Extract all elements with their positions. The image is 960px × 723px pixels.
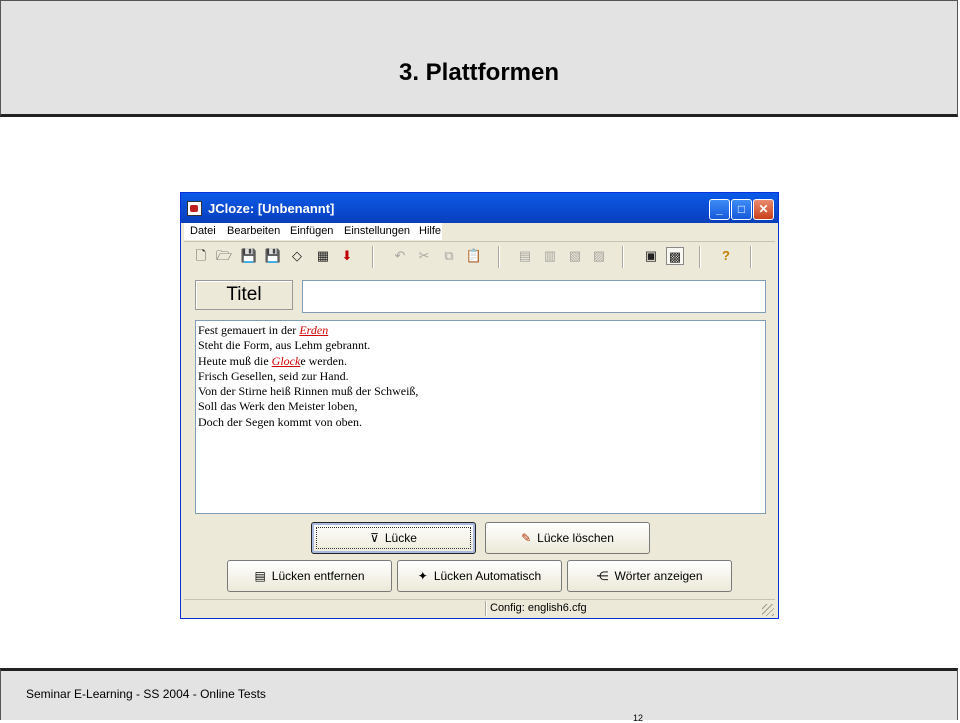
minimize-icon: _	[716, 202, 723, 216]
title-bar[interactable]: JCloze: [Unbenannt] _ □ ✕	[181, 193, 778, 223]
footer-text: Seminar E-Learning - SS 2004 - Online Te…	[26, 687, 266, 701]
luecken-automatisch-button[interactable]: ✦ Lücken Automatisch	[397, 560, 562, 592]
luecke-loeschen-button[interactable]: ✎ Lücke löschen	[485, 522, 650, 554]
text-line: Doch der Segen kommt von oben.	[198, 414, 362, 429]
luecken-automatisch-label: Lücken Automatisch	[433, 569, 542, 583]
save-icon[interactable]: 💾	[240, 247, 258, 265]
gap-delete-icon[interactable]: ▥	[541, 247, 559, 265]
toolbar-separator	[622, 246, 624, 268]
status-left	[184, 601, 478, 616]
text-line: Frisch Gesellen, seid zur Hand.	[198, 368, 349, 383]
text-segment: Heute muß die	[198, 353, 272, 368]
gap-auto-icon[interactable]: ▧	[566, 247, 584, 265]
luecke-button[interactable]: ⊽ Lücke	[311, 522, 476, 554]
cloze-text-area[interactable]: Fest gemauert in der Erden Steht die For…	[195, 320, 766, 514]
resize-grip[interactable]	[762, 604, 774, 616]
gap-icon: ⊽	[370, 531, 379, 545]
slide-header: 3. Plattformen	[0, 0, 958, 117]
gap-icon[interactable]: ▤	[516, 247, 534, 265]
titel-label: Titel	[195, 280, 293, 310]
slide-footer: Seminar E-Learning - SS 2004 - Online Te…	[0, 668, 958, 723]
settings-icon[interactable]: ▩	[666, 247, 684, 265]
text-line: Heute muß die Glocke werden.	[198, 354, 763, 369]
clear-gaps-icon: ▤	[254, 569, 266, 583]
help-icon[interactable]: ?	[717, 247, 735, 265]
minimize-button[interactable]: _	[709, 199, 730, 220]
new-file-icon[interactable]: 🗋	[192, 247, 210, 265]
save-as-icon[interactable]: 💾	[264, 247, 282, 265]
magic-wand-icon: ✦	[417, 569, 428, 583]
menu-hilfe[interactable]: Hilfe	[419, 225, 441, 237]
gap-word[interactable]: Glock	[272, 354, 301, 368]
cut-icon[interactable]: ✂	[415, 247, 433, 265]
maximize-icon: □	[737, 202, 746, 216]
close-icon: ✕	[758, 202, 769, 216]
status-bar: Config: english6.cfg	[184, 599, 775, 617]
eraser-icon: ✎	[521, 531, 532, 545]
text-line: Fest gemauert in der Erden	[198, 323, 763, 338]
menu-bearbeiten[interactable]: Bearbeiten	[227, 225, 280, 237]
luecke-label: Lücke	[384, 531, 417, 545]
woerter-anzeigen-button[interactable]: ⋲ Wörter anzeigen	[567, 560, 732, 592]
paste-icon[interactable]: 📋	[465, 247, 483, 265]
jcloze-window: JCloze: [Unbenannt] _ □ ✕ Datei Bearbeit…	[180, 192, 779, 619]
toolbar-divider	[184, 241, 775, 242]
text-line: Soll das Werk den Meister loben,	[198, 399, 358, 414]
menu-einfuegen[interactable]: Einfügen	[290, 225, 333, 237]
word-list-icon[interactable]: ▨	[590, 247, 608, 265]
title-input[interactable]	[302, 280, 766, 313]
woerter-anzeigen-label: Wörter anzeigen	[614, 569, 703, 583]
erase-icon[interactable]: ◇	[288, 247, 306, 265]
window-title: JCloze: [Unbenannt]	[208, 201, 335, 216]
page-number: 12	[633, 713, 644, 723]
undo-icon[interactable]: ↶	[391, 247, 409, 265]
toolbar-separator	[372, 246, 374, 268]
status-config: Config: english6.cfg	[485, 601, 587, 616]
maximize-button[interactable]: □	[731, 199, 752, 220]
toolbar-separator	[750, 246, 752, 268]
arrow-down-icon[interactable]: ⬇	[338, 247, 356, 265]
toolbar-separator	[699, 246, 701, 268]
slide-title: 3. Plattformen	[398, 59, 560, 86]
menu-bar: Datei Bearbeiten Einfügen Einstellungen …	[184, 223, 442, 240]
text-segment: e werden.	[300, 353, 347, 368]
open-folder-icon[interactable]: 🗁	[215, 247, 233, 265]
app-icon[interactable]	[187, 201, 202, 216]
luecken-entfernen-button[interactable]: ▤ Lücken entfernen	[227, 560, 392, 592]
menu-datei[interactable]: Datei	[190, 225, 216, 237]
luecke-loeschen-label: Lücke löschen	[537, 531, 614, 545]
gap-word[interactable]: Erden	[299, 323, 328, 337]
close-button[interactable]: ✕	[753, 199, 774, 220]
text-line: Von der Stirne heiß Rinnen muß der Schwe…	[198, 384, 419, 399]
luecken-entfernen-label: Lücken entfernen	[271, 569, 365, 583]
word-list-icon: ⋲	[596, 569, 609, 583]
view-icon[interactable]: ▣	[642, 247, 660, 265]
text-line: Steht die Form, aus Lehm gebrannt.	[198, 338, 371, 353]
toolbar: 🗋 🗁 💾 💾 ◇ ▦ ⬇ ↶ ✂ ⧉ 📋 ▤ ▥ ▧ ▨ ▣ ▩ ?	[184, 245, 775, 271]
menu-einstellungen[interactable]: Einstellungen	[344, 225, 410, 237]
toolbar-separator	[498, 246, 500, 268]
copy-icon[interactable]: ⧉	[440, 247, 458, 265]
text-segment: Fest gemauert in der	[198, 323, 300, 337]
web-export-icon[interactable]: ▦	[314, 247, 332, 265]
